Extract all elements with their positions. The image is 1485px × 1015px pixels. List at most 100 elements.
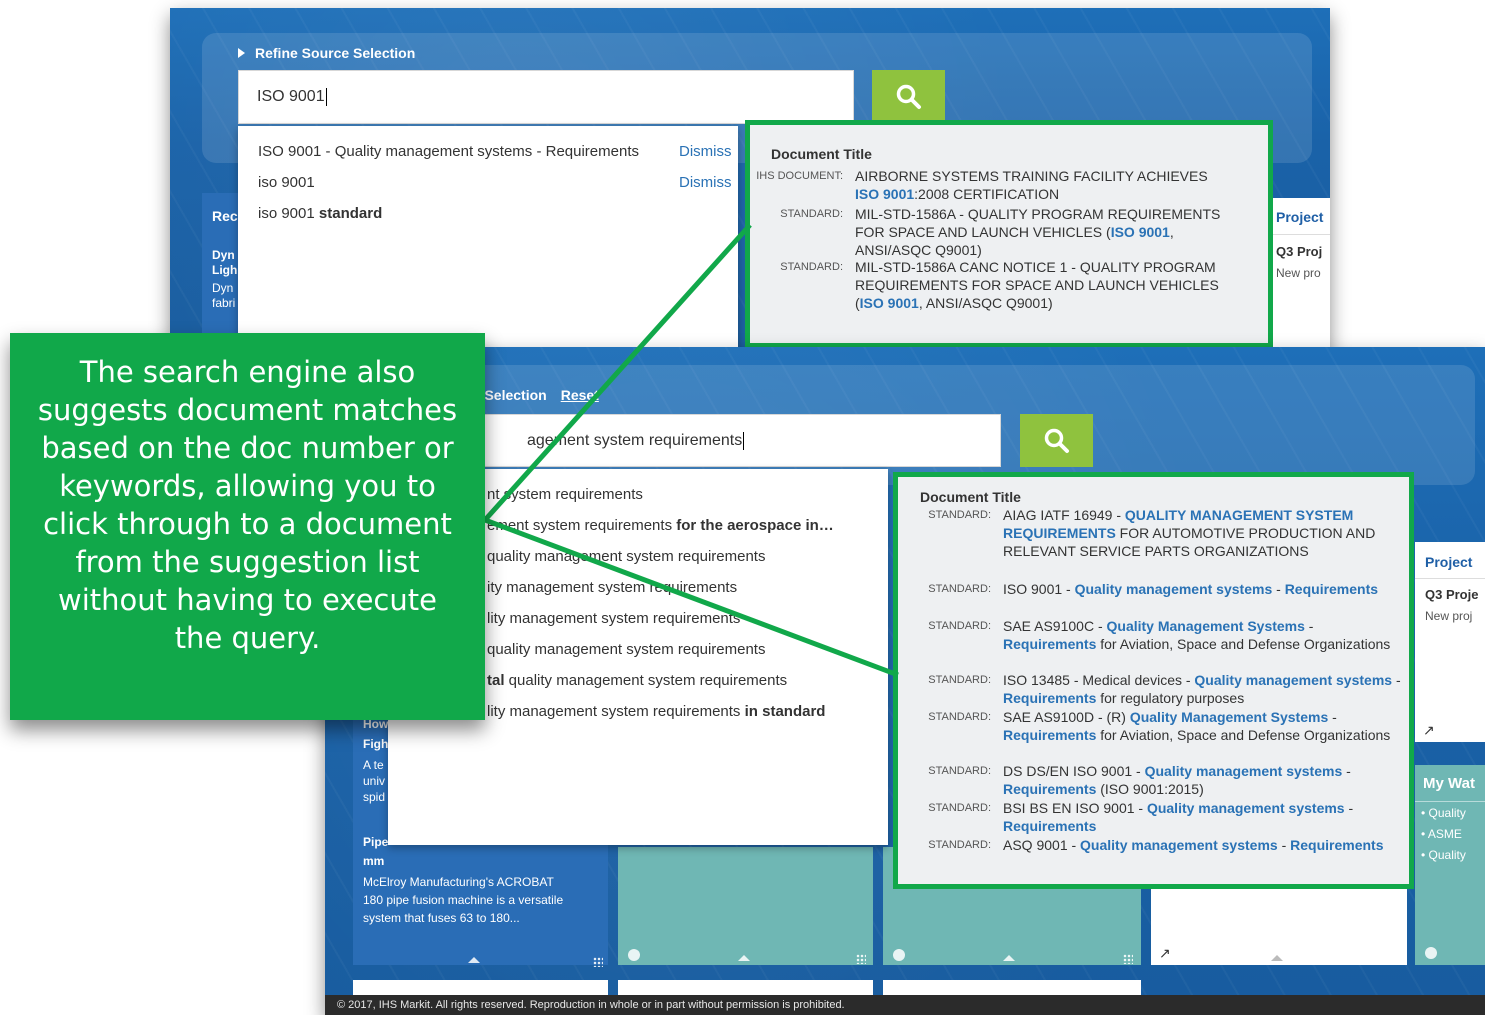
document-match-row[interactable]: STANDARD: MIL-STD-1586A - QUALITY PROGRAM… <box>750 205 1235 259</box>
suggestion-text: quality management system requirements <box>487 641 766 658</box>
reset-link[interactable]: Reset <box>561 387 599 403</box>
document-title-text: AIAG IATF 16949 - <box>1003 507 1125 523</box>
document-match-title[interactable]: ASQ 9001 - Quality management systems - … <box>1003 836 1403 854</box>
document-match-title[interactable]: MIL-STD-1586A CANC NOTICE 1 - QUALITY PR… <box>855 258 1235 312</box>
document-title-text: AIRBORNE SYSTEMS TRAINING FACILITY ACHIE… <box>855 168 1208 184</box>
watchlist-item[interactable]: • Quality <box>1421 848 1466 862</box>
document-match-title[interactable]: SAE AS9100C - Quality Management Systems… <box>1003 617 1403 653</box>
project-item[interactable]: Q3 Proje <box>1425 587 1478 602</box>
document-title-text: SAE AS9100C - <box>1003 618 1107 634</box>
project-card-title: Project <box>1276 209 1324 225</box>
document-title-heading: Document Title <box>771 146 872 162</box>
screenshot-quality-management: ce Selection Reset agement system require… <box>325 347 1485 1015</box>
suggestion-item[interactable]: lity management system requirements in s… <box>487 703 825 720</box>
refine-source-toggle[interactable]: ce Selection Reset <box>465 387 599 403</box>
resize-handle-icon[interactable] <box>1123 954 1133 964</box>
document-match-row[interactable]: STANDARD: SAE AS9100C - Quality Managemen… <box>898 617 1403 653</box>
search-button[interactable] <box>1020 414 1093 467</box>
suggestion-item[interactable]: ement system requirements for the aerosp… <box>487 517 834 534</box>
search-input-value: ISO 9001 <box>257 88 325 105</box>
news-tile-title: Pipe <box>363 835 389 849</box>
matched-term: Requirements <box>1290 837 1384 853</box>
suggestion-bold-text: standard <box>318 205 383 222</box>
document-match-title[interactable]: DS DS/EN ISO 9001 - Quality management s… <box>1003 762 1403 798</box>
collapse-arrow-icon[interactable] <box>1003 955 1015 961</box>
document-title-text: ASQ 9001 - <box>1003 837 1081 853</box>
palette-icon[interactable] <box>628 949 640 961</box>
suggestion-bold-text: tal <box>487 672 505 689</box>
document-match-title[interactable]: AIAG IATF 16949 - QUALITY MANAGEMENT SYS… <box>1003 506 1403 560</box>
dismiss-link[interactable]: Dismiss <box>679 174 732 191</box>
text-caret <box>325 88 327 106</box>
expand-triangle-icon <box>238 48 245 58</box>
matched-term: Quality Management Systems <box>1106 618 1305 634</box>
document-match-row[interactable]: STANDARD: SAE AS9100D - (R) Quality Manag… <box>898 708 1403 744</box>
watchlist-item[interactable]: • Quality <box>1421 806 1466 820</box>
suggestion-dropdown <box>238 126 738 353</box>
document-title-text: for Aviation, Space and Defense Organiza… <box>1096 636 1391 652</box>
document-title-text: - <box>1272 581 1285 597</box>
document-match-row[interactable]: STANDARD: MIL-STD-1586A CANC NOTICE 1 - Q… <box>750 258 1235 312</box>
search-input[interactable]: ISO 9001 <box>238 70 854 124</box>
document-match-row[interactable]: STANDARD: BSI BS EN ISO 9001 - Quality ma… <box>898 799 1403 835</box>
watchlist-item[interactable]: • ASME <box>1421 827 1462 841</box>
collapse-arrow-icon[interactable] <box>468 957 480 963</box>
document-match-row[interactable]: STANDARD: ASQ 9001 - Quality management s… <box>898 836 1403 854</box>
recent-card-line: Ligh <box>212 263 238 277</box>
document-title-text: BSI BS EN ISO 9001 - <box>1003 800 1147 816</box>
project-item[interactable]: Q3 Proj <box>1276 244 1322 259</box>
suggestion-item[interactable]: quality management system requirements <box>487 548 765 565</box>
document-match-title[interactable]: BSI BS EN ISO 9001 - Quality management … <box>1003 799 1403 835</box>
project-card[interactable]: Project Q3 Proj New pro <box>1268 198 1330 353</box>
document-match-title[interactable]: SAE AS9100D - (R) Quality Management Sys… <box>1003 708 1403 744</box>
pin-icon[interactable]: ↗ <box>1423 722 1435 739</box>
document-match-row[interactable]: STANDARD: ISO 9001 - Quality management s… <box>898 580 1403 598</box>
watchlist-card[interactable]: My Wat • Quality • ASME • Quality <box>1415 765 1485 965</box>
document-match-title[interactable]: MIL-STD-1586A - QUALITY PROGRAM REQUIREM… <box>855 205 1235 259</box>
matched-term: Quality management systems <box>1144 763 1343 779</box>
project-item-sub: New proj <box>1425 609 1473 623</box>
document-title-text: SAE AS9100D - (R) <box>1003 709 1130 725</box>
news-tile-title: mm <box>363 854 385 868</box>
document-match-title[interactable]: ISO 9001 - Quality management systems - … <box>1003 580 1403 598</box>
palette-icon[interactable] <box>1425 947 1437 959</box>
matched-term: Requirements <box>1003 636 1097 652</box>
matched-term: Quality Management Systems <box>1129 709 1329 725</box>
suggestion-item[interactable]: tal quality management system requiremen… <box>487 672 787 689</box>
matched-term: Requirements <box>1003 781 1097 797</box>
document-type-label: STANDARD: <box>780 208 843 220</box>
suggestion-item[interactable]: ity management system requirements <box>487 579 737 596</box>
suggestion-text: quality management system requirements <box>487 548 766 565</box>
news-tile-line: A te <box>363 758 384 772</box>
pin-icon[interactable]: ↗ <box>1159 945 1171 962</box>
resize-handle-icon[interactable] <box>593 957 603 967</box>
suggestion-item[interactable]: nt system requirements <box>487 486 643 503</box>
document-match-row[interactable]: STANDARD: ISO 13485 - Medical devices - Q… <box>898 671 1403 707</box>
collapse-arrow-icon[interactable] <box>1271 955 1283 961</box>
annotation-callout: The search engine also suggests document… <box>10 333 485 720</box>
screenshot-iso-9001: Refine Source Selection ISO 9001 Rec Dyn… <box>170 8 1330 353</box>
document-match-title[interactable]: ISO 13485 - Medical devices - Quality ma… <box>1003 671 1403 707</box>
document-match-title[interactable]: AIRBORNE SYSTEMS TRAINING FACILITY ACHIE… <box>855 167 1235 203</box>
suggestion-item[interactable]: quality management system requirements <box>487 641 765 658</box>
document-match-row[interactable]: STANDARD: AIAG IATF 16949 - QUALITY MANAG… <box>898 506 1403 560</box>
suggestion-item[interactable]: ISO 9001 - Quality management systems - … <box>258 143 639 160</box>
suggestion-item[interactable]: iso 9001 <box>258 174 315 191</box>
dismiss-link[interactable]: Dismiss <box>679 143 732 160</box>
resize-handle-icon[interactable] <box>856 954 866 964</box>
project-card[interactable]: Project Q3 Proje New proj ↗ <box>1415 542 1485 742</box>
document-title-text: ISO 9001 - <box>1003 581 1075 597</box>
news-tile-text: system that fuses 63 to 180... <box>363 911 520 925</box>
teal-tile[interactable] <box>618 847 873 965</box>
suggestion-item[interactable]: lity management system requirements <box>487 610 740 627</box>
document-match-row[interactable]: STANDARD: DS DS/EN ISO 9001 - Quality man… <box>898 762 1403 798</box>
document-match-row[interactable]: IHS DOCUMENT: AIRBORNE SYSTEMS TRAINING F… <box>750 167 1235 203</box>
collapse-arrow-icon[interactable] <box>738 955 750 961</box>
palette-icon[interactable] <box>893 949 905 961</box>
document-title-text: - <box>1392 672 1401 688</box>
recent-card-line: fabri <box>212 296 236 310</box>
magnifier-icon <box>1044 428 1069 453</box>
suggestion-item[interactable]: iso 9001 standard <box>258 205 382 222</box>
refine-source-toggle[interactable]: Refine Source Selection <box>238 45 415 61</box>
search-button[interactable] <box>872 70 945 124</box>
